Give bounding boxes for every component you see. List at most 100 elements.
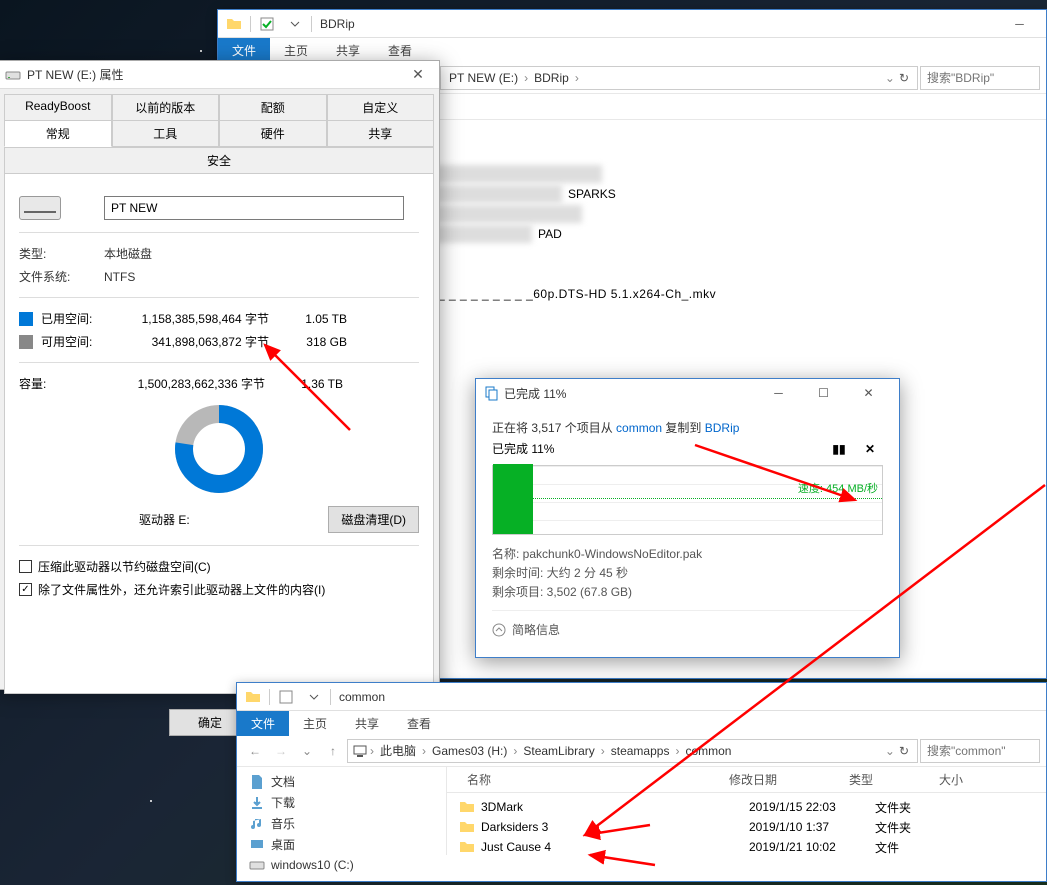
file-row[interactable]: Just Cause 4 2019/1/21 10:02 文件 <box>447 837 1046 857</box>
pause-button[interactable]: ▮▮ <box>824 442 853 456</box>
col-date[interactable]: 修改日期 <box>721 771 841 788</box>
disk-cleanup-button[interactable]: 磁盘清理(D) <box>328 506 419 533</box>
dialog-title: 已完成 11% <box>504 385 756 402</box>
forward-button[interactable]: → <box>269 739 293 763</box>
close-button[interactable]: ✕ <box>846 380 891 407</box>
tab-general[interactable]: 常规 <box>4 120 112 147</box>
col-type[interactable]: 类型 <box>841 771 931 788</box>
search-input[interactable] <box>920 739 1040 763</box>
close-button[interactable]: ✕ <box>403 65 433 85</box>
tab-sharing[interactable]: 共享 <box>327 120 435 147</box>
folder-icon <box>459 819 475 835</box>
tab-share[interactable]: 共享 <box>322 38 374 63</box>
search-input[interactable] <box>920 66 1040 90</box>
refresh-icon[interactable]: ↻ <box>895 71 913 85</box>
refresh-icon[interactable]: ↻ <box>895 744 913 758</box>
crumb-drive[interactable]: PT NEW (E:) <box>445 71 522 85</box>
time-remaining: 大约 2 分 45 秒 <box>547 566 628 580</box>
drive-name-input[interactable] <box>104 196 404 220</box>
dropdown-icon[interactable] <box>287 16 303 32</box>
drive-icon-large <box>19 196 61 220</box>
checkbox-icon[interactable] <box>259 16 275 32</box>
nav-bar: ← → ⌄ ↑ › 此电脑› Games03 (H:)› SteamLibrar… <box>237 735 1046 767</box>
watermark: 值 什么值得买 <box>955 857 1041 879</box>
up-button[interactable]: ↑ <box>321 739 345 763</box>
folder-icon <box>245 689 261 705</box>
tab-customize[interactable]: 自定义 <box>327 94 435 121</box>
chevron-up-icon <box>492 623 506 637</box>
progress-text: 已完成 11% <box>492 440 554 457</box>
current-file: pakchunk0-WindowsNoEditor.pak <box>523 547 702 561</box>
ribbon-tabs: 文件 主页 共享 查看 <box>237 711 1046 735</box>
tab-file[interactable]: 文件 <box>218 38 270 63</box>
tab-previous-versions[interactable]: 以前的版本 <box>112 94 220 121</box>
speed-label: 速度: 454 MB/秒 <box>798 480 878 496</box>
sidebar-item-desktop[interactable]: 桌面 <box>237 834 446 855</box>
crumb[interactable]: common <box>681 744 735 758</box>
recent-dropdown[interactable]: ⌄ <box>295 739 319 763</box>
free-space-swatch <box>19 335 33 349</box>
drive-properties-dialog: PT NEW (E:) 属性 ✕ ReadyBoost 以前的版本 配额 自定义… <box>0 60 440 690</box>
crumb[interactable]: Games03 (H:) <box>428 744 511 758</box>
desktop-icon <box>249 837 265 853</box>
sidebar-item-downloads[interactable]: 下载 <box>237 792 446 813</box>
tab-security[interactable]: 安全 <box>4 147 434 174</box>
tab-share[interactable]: 共享 <box>341 711 393 736</box>
sidebar: 文档 下载 音乐 桌面 windows10 (C:) <box>237 767 447 855</box>
crumb[interactable]: steamapps <box>607 744 674 758</box>
minimize-button[interactable]: ─ <box>756 380 801 407</box>
tab-view[interactable]: 查看 <box>374 38 426 63</box>
window-title: common <box>335 690 1042 704</box>
file-row[interactable]: 3DMark 2019/1/15 22:03 文件夹 <box>447 797 1046 817</box>
tab-tools[interactable]: 工具 <box>112 120 220 147</box>
dropdown-icon[interactable] <box>306 689 322 705</box>
file-row[interactable]: Darksiders 3 2019/1/10 1:37 文件夹 <box>447 817 1046 837</box>
drive-icon <box>249 857 265 873</box>
tab-hardware[interactable]: 硬件 <box>219 120 327 147</box>
window-title: BDRip <box>316 17 993 31</box>
minimize-button[interactable]: ─ <box>997 10 1042 37</box>
tab-readyboost[interactable]: ReadyBoost <box>4 94 112 121</box>
tab-view[interactable]: 查看 <box>393 711 445 736</box>
tab-home[interactable]: 主页 <box>289 711 341 736</box>
checkbox-checked-icon[interactable]: ✓ <box>19 583 32 596</box>
copy-message: 正在将 3,517 个项目从 common 复制到 BDRip <box>492 419 883 436</box>
folder-icon <box>459 839 475 855</box>
breadcrumb[interactable]: PT NEW (E:) › BDRip › ⌄ ↻ <box>440 66 918 90</box>
fewer-details-toggle[interactable]: 简略信息 <box>492 610 883 638</box>
col-size[interactable]: 大小 <box>931 771 971 788</box>
items-remaining: 3,502 (67.8 GB) <box>547 585 632 599</box>
crumb[interactable]: SteamLibrary <box>519 744 598 758</box>
file-list: 3DMark 2019/1/15 22:03 文件夹 Darksiders 3 … <box>447 793 1046 861</box>
sidebar-item-music[interactable]: 音乐 <box>237 813 446 834</box>
back-button[interactable]: ← <box>243 739 267 763</box>
sidebar-item-documents[interactable]: 文档 <box>237 771 446 792</box>
cancel-copy-button[interactable]: ✕ <box>857 442 883 456</box>
drive-icon <box>5 67 21 83</box>
tab-file[interactable]: 文件 <box>237 711 289 736</box>
dropdown-icon[interactable]: ⌄ <box>885 744 895 758</box>
download-icon <box>249 795 265 811</box>
maximize-button[interactable]: ☐ <box>801 380 846 407</box>
checkbox-unchecked-icon[interactable] <box>19 560 32 573</box>
disk-usage-chart <box>19 404 419 494</box>
dropdown-icon[interactable]: ⌄ <box>885 71 895 85</box>
watermark-logo-icon: 值 <box>955 857 977 879</box>
breadcrumb[interactable]: › 此电脑› Games03 (H:)› SteamLibrary› steam… <box>347 739 918 763</box>
quick-access-toolbar: common <box>237 683 1046 711</box>
drive-label: 驱动器 E: <box>139 511 190 528</box>
compress-checkbox-row[interactable]: 压缩此驱动器以节约磁盘空间(C) <box>19 558 419 575</box>
index-checkbox-row[interactable]: ✓ 除了文件属性外，还允许索引此驱动器上文件的内容(I) <box>19 581 419 598</box>
col-name[interactable]: 名称 <box>459 771 721 788</box>
tab-quota[interactable]: 配额 <box>219 94 327 121</box>
source-link[interactable]: common <box>616 421 662 435</box>
quick-access-toolbar: BDRip ─ <box>218 10 1046 38</box>
folder-icon <box>459 799 475 815</box>
sidebar-item-drive-c[interactable]: windows10 (C:) <box>237 855 446 875</box>
checkbox-icon[interactable] <box>278 689 294 705</box>
tab-home[interactable]: 主页 <box>270 38 322 63</box>
dest-link[interactable]: BDRip <box>705 421 740 435</box>
document-icon <box>249 774 265 790</box>
crumb[interactable]: 此电脑 <box>376 742 420 759</box>
crumb-folder[interactable]: BDRip <box>530 71 573 85</box>
